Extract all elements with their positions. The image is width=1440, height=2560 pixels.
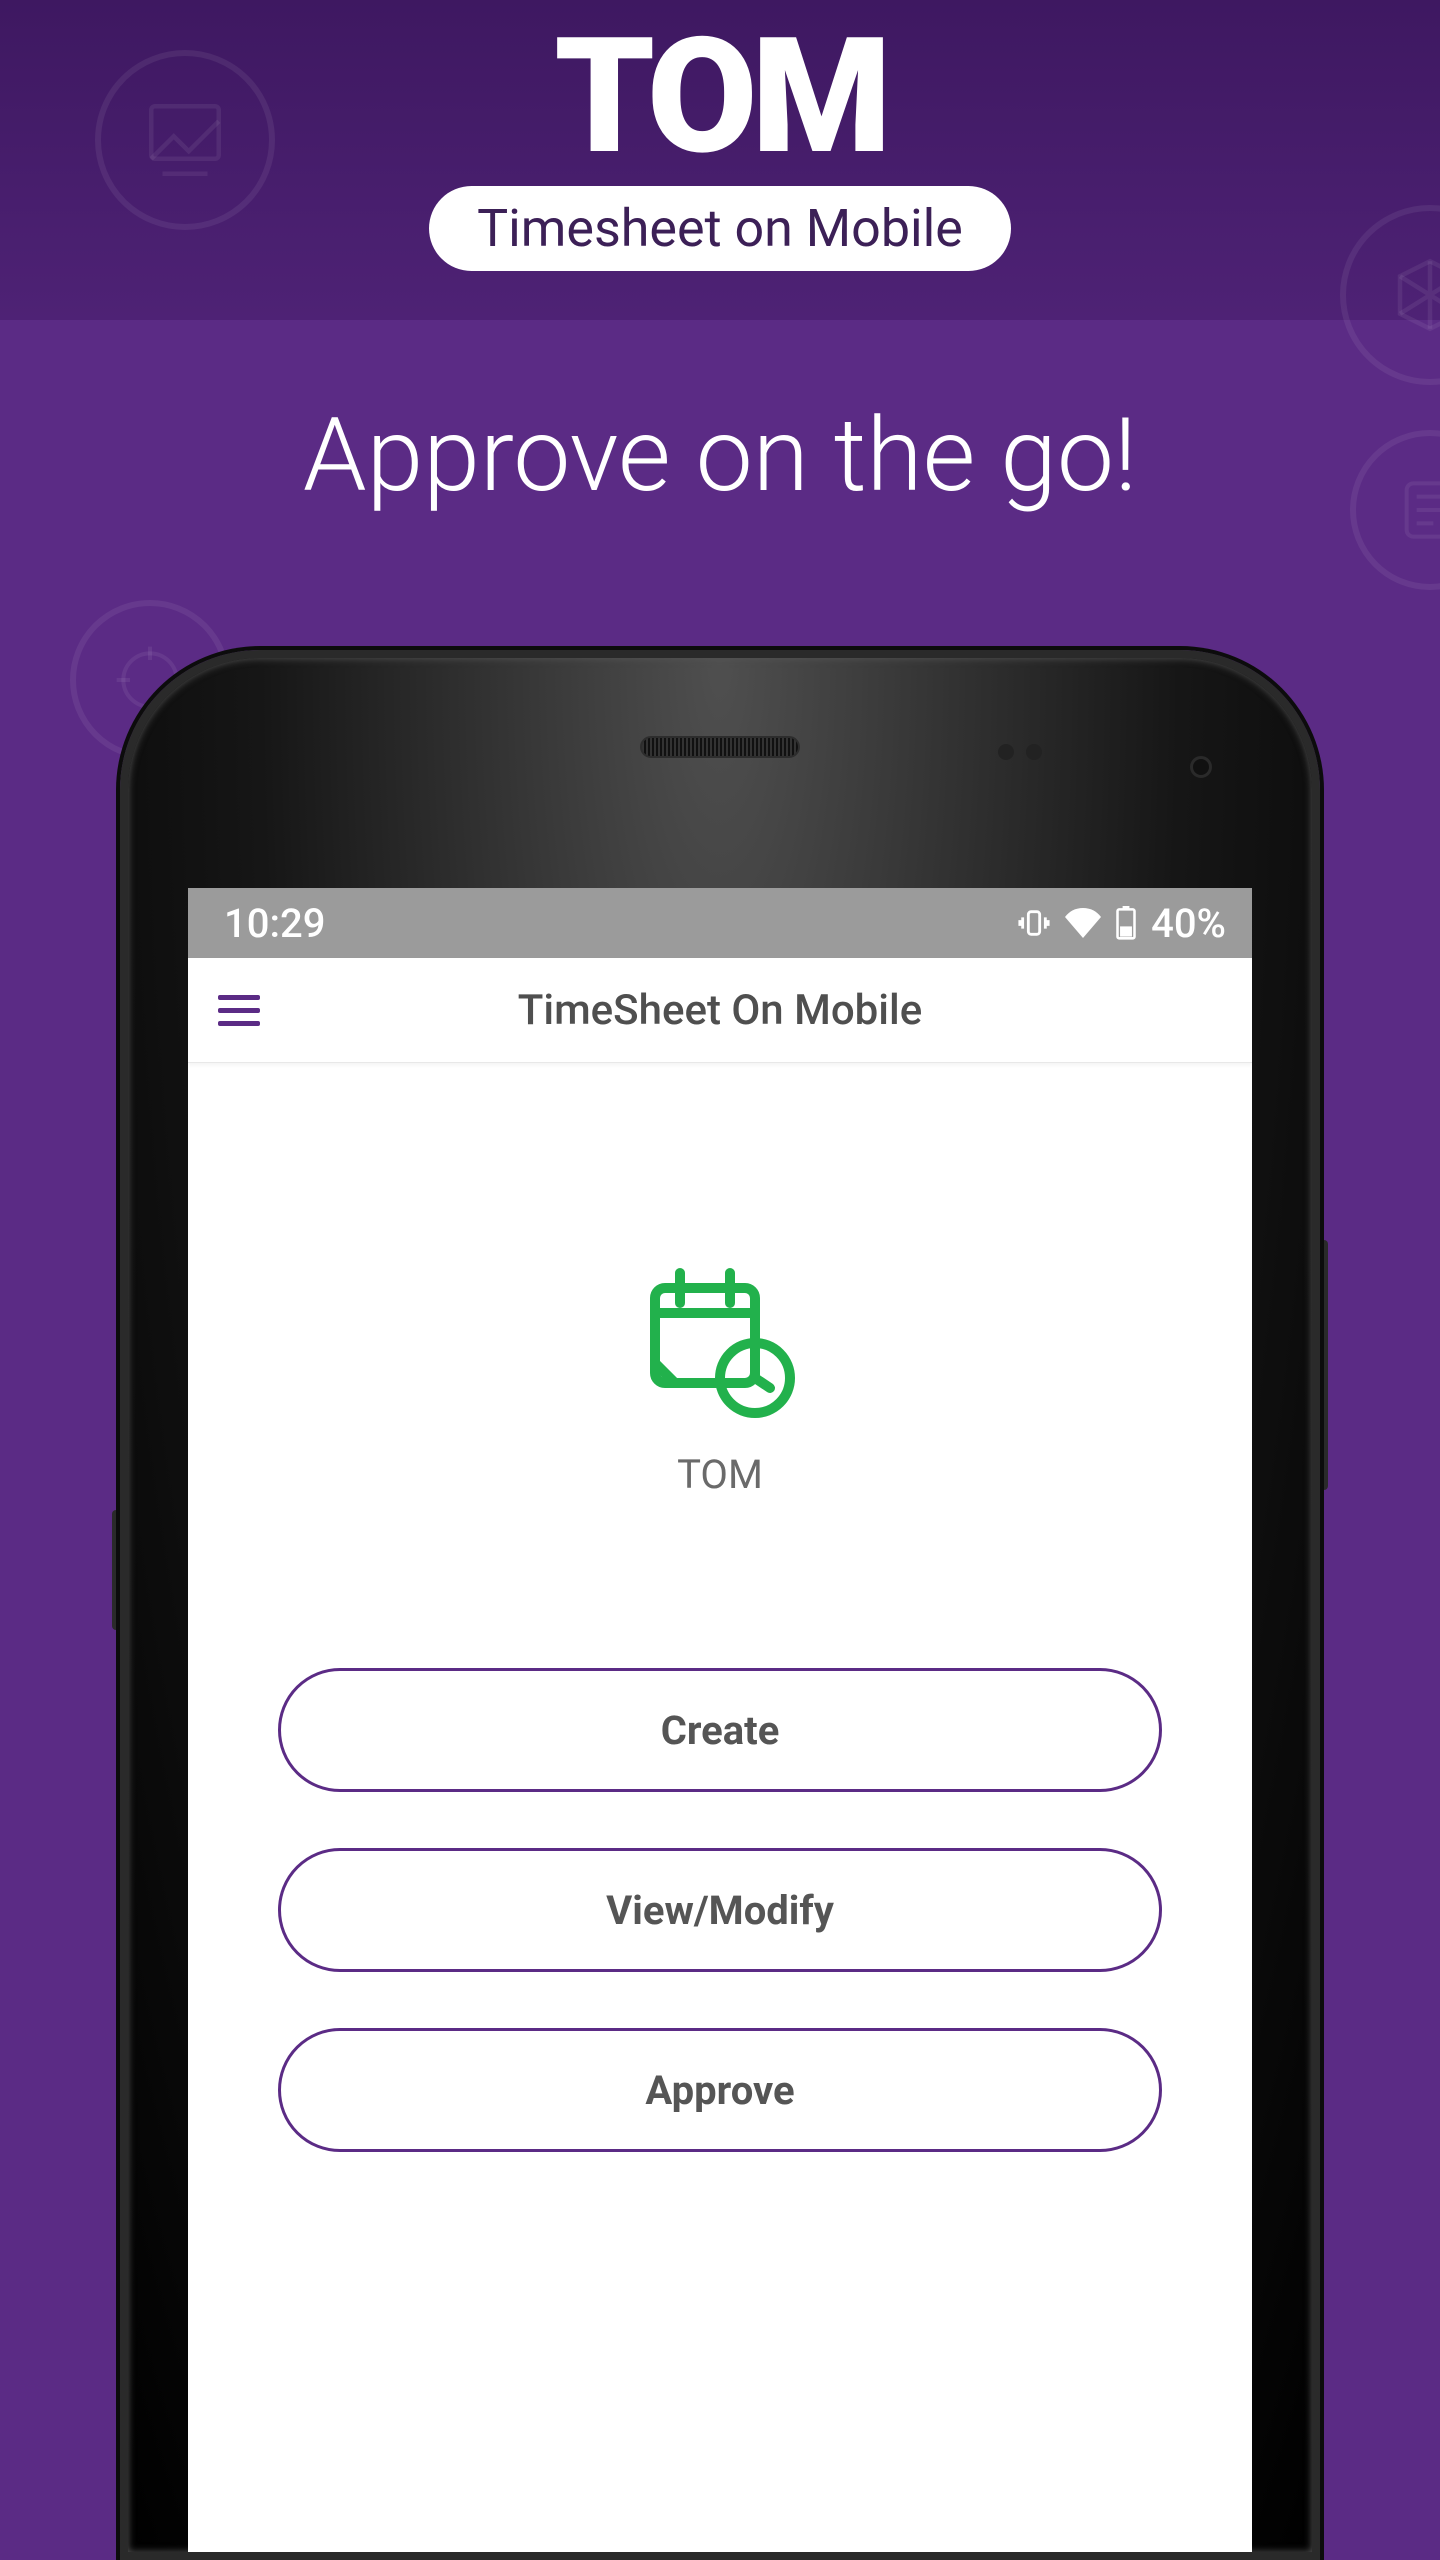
- phone-sensor-dots: [998, 744, 1014, 760]
- phone-speaker: [640, 736, 800, 758]
- status-right: 40%: [1017, 900, 1226, 947]
- approve-button-label: Approve: [645, 2067, 794, 2114]
- battery-icon: [1115, 906, 1137, 940]
- wifi-icon: [1065, 908, 1101, 938]
- phone-mockup: 10:29 40%: [120, 650, 1320, 2560]
- status-time: 10:29: [224, 900, 325, 947]
- create-button-label: Create: [661, 1707, 780, 1754]
- approve-button[interactable]: Approve: [278, 2028, 1162, 2152]
- calendar-clock-icon: [640, 1263, 800, 1427]
- logo-block: TOM Timesheet on Mobile: [0, 18, 1440, 271]
- battery-percent: 40%: [1151, 900, 1226, 947]
- view-modify-button[interactable]: View/Modify: [278, 1848, 1162, 1972]
- logo-subtitle-pill: Timesheet on Mobile: [429, 186, 1011, 271]
- phone-screen: 10:29 40%: [188, 888, 1252, 2552]
- logo-text: TOM: [0, 18, 1440, 178]
- app-body: TOM Create View/Modify Approve: [188, 1063, 1252, 2152]
- tagline: Approve on the go!: [0, 395, 1440, 515]
- phone-camera: [1190, 756, 1212, 778]
- vibrate-icon: [1017, 906, 1051, 940]
- banner: TOM Timesheet on Mobile: [0, 0, 1440, 320]
- app-header-title: TimeSheet On Mobile: [218, 986, 1222, 1035]
- create-button[interactable]: Create: [278, 1668, 1162, 1792]
- app-header: TimeSheet On Mobile: [188, 958, 1252, 1063]
- action-list: Create View/Modify Approve: [188, 1668, 1252, 2152]
- status-bar: 10:29 40%: [188, 888, 1252, 958]
- app-icon-label: TOM: [188, 1451, 1252, 1498]
- view-modify-button-label: View/Modify: [606, 1887, 834, 1934]
